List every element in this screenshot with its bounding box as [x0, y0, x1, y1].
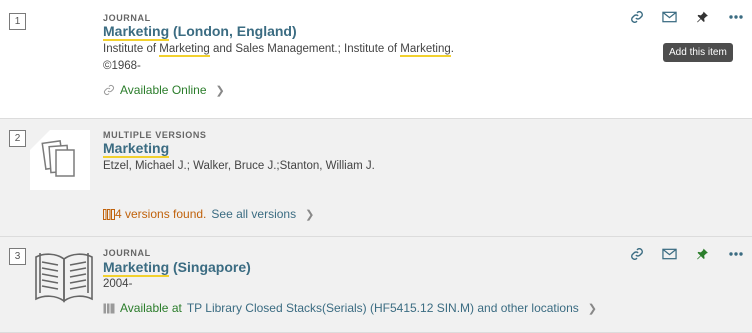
- journal-thumbnail: [30, 247, 98, 312]
- publisher-text: Institute of: [103, 43, 160, 55]
- result-date: ©1968-: [103, 60, 141, 72]
- versions-icon: [103, 208, 115, 220]
- permalink-button[interactable]: [620, 8, 653, 26]
- result-publisher: Institute of Marketing and Sales Managem…: [103, 43, 454, 57]
- resource-type: JOURNAL: [103, 13, 151, 23]
- pin-button-pinned[interactable]: [686, 245, 719, 263]
- title-rest: (Singapore): [169, 259, 251, 275]
- result-title[interactable]: Marketing (Singapore): [103, 259, 251, 277]
- email-icon: [662, 11, 677, 23]
- action-bar: [620, 8, 752, 26]
- email-button[interactable]: [653, 8, 686, 26]
- more-options-button[interactable]: [719, 8, 752, 26]
- result-number: 2: [9, 130, 26, 147]
- multiple-versions-thumbnail: [30, 130, 90, 195]
- more-icon: [728, 252, 743, 256]
- publisher-text: and Sales Management.; Institute of: [209, 43, 401, 55]
- result-title[interactable]: Marketing (London, England): [103, 23, 297, 41]
- email-icon: [662, 248, 677, 260]
- versions-count: 4 versions found.: [115, 207, 207, 221]
- link-icon: [104, 85, 114, 95]
- chevron-right-icon: ❯: [215, 84, 225, 97]
- title-highlight: Marketing: [103, 23, 170, 41]
- more-options-button[interactable]: [719, 245, 752, 263]
- physical-item-icon: [103, 303, 115, 313]
- result-number: 3: [9, 248, 26, 265]
- email-button[interactable]: [653, 245, 686, 263]
- result-item-2[interactable]: 2 MULTIPLE VERSIONS Marketing Etzel, Mic…: [0, 119, 752, 237]
- see-all-versions-link[interactable]: See all versions: [211, 207, 296, 221]
- multiple-versions-icon: [30, 130, 90, 190]
- more-icon: [728, 15, 743, 19]
- result-date: 2004-: [103, 278, 133, 290]
- availability-link[interactable]: Available at TP Library Closed Stacks(Se…: [103, 301, 597, 315]
- result-authors: Etzel, Michael J.; Walker, Bruce J.;Stan…: [103, 160, 375, 172]
- result-item-1[interactable]: 1 JOURNAL Marketing (London, England) In…: [0, 0, 752, 119]
- action-bar: [620, 245, 752, 263]
- link-icon: [630, 248, 643, 260]
- versions-link[interactable]: 4 versions found. See all versions ❯: [103, 207, 314, 221]
- link-icon: [630, 11, 643, 23]
- title-highlight: Marketing: [103, 259, 170, 277]
- title-highlight: Marketing: [103, 140, 170, 158]
- chevron-right-icon: ❯: [305, 208, 315, 221]
- availability-location[interactable]: TP Library Closed Stacks(Serials) (HF541…: [187, 301, 579, 315]
- result-title[interactable]: Marketing: [103, 140, 170, 158]
- publisher-highlight: Marketing: [159, 43, 210, 57]
- availability-status: Available at: [120, 301, 182, 315]
- publisher-text: .: [450, 43, 454, 55]
- title-rest: (London, England): [169, 23, 297, 39]
- publisher-highlight: Marketing: [400, 43, 451, 57]
- resource-type: MULTIPLE VERSIONS: [103, 130, 207, 140]
- pin-icon: [697, 248, 708, 260]
- open-book-icon: [35, 253, 93, 303]
- availability-link[interactable]: Available Online ❯: [103, 83, 225, 97]
- chevron-right-icon: ❯: [587, 302, 597, 315]
- pin-icon: [697, 11, 708, 23]
- permalink-button[interactable]: [620, 245, 653, 263]
- result-number: 1: [9, 13, 26, 30]
- tooltip: Add this item: [663, 43, 733, 62]
- result-item-3[interactable]: 3 JOURNAL Marketing (Singapore) 2004- Av…: [0, 237, 752, 333]
- pin-button[interactable]: [686, 8, 719, 26]
- availability-status: Available Online: [120, 83, 207, 97]
- resource-type: JOURNAL: [103, 248, 151, 258]
